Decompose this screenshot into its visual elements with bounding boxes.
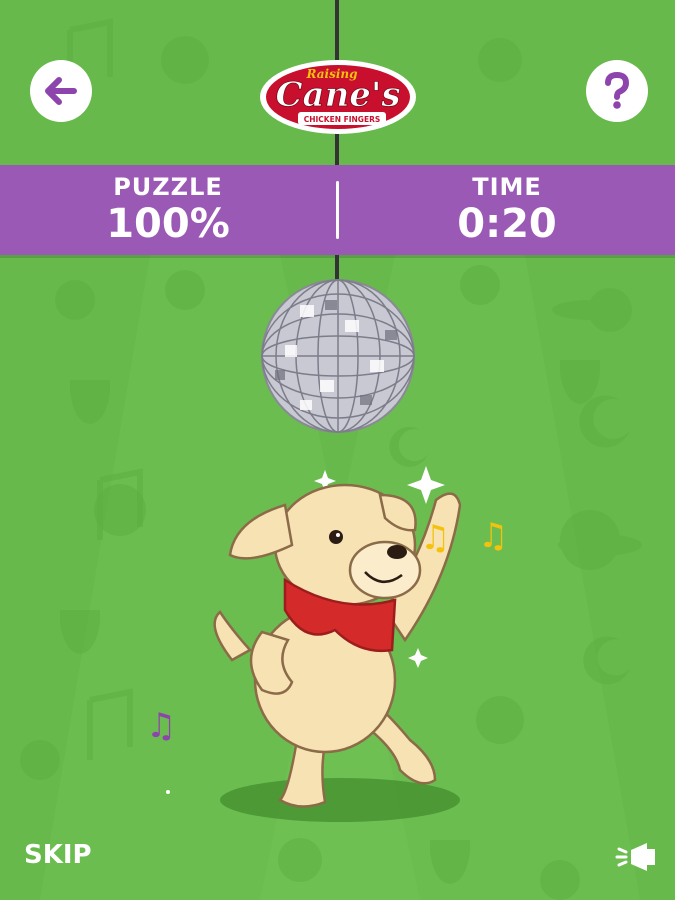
help-button[interactable]	[586, 60, 648, 122]
skip-button[interactable]: SKIP	[24, 840, 92, 870]
svg-text:Cane's: Cane's	[276, 75, 401, 115]
arrow-left-icon	[45, 77, 77, 105]
question-mark-icon	[605, 72, 630, 109]
music-note-icon: ♫	[146, 706, 177, 746]
puzzle-label: PUZZLE	[113, 173, 223, 201]
megaphone-icon[interactable]	[615, 840, 661, 874]
music-note-icon: ♫	[478, 516, 509, 556]
puzzle-stat: PUZZLE 100%	[0, 173, 336, 247]
back-button[interactable]	[30, 60, 92, 122]
music-note-icon: ♫	[420, 518, 451, 558]
raising-canes-logo: Raising Cane's CHICKEN FINGERS	[260, 60, 416, 134]
time-label: TIME	[472, 173, 542, 201]
time-value: 0:20	[457, 201, 557, 247]
svg-text:CHICKEN FINGERS: CHICKEN FINGERS	[304, 115, 381, 124]
stats-banner: PUZZLE 100% TIME 0:20	[0, 165, 675, 255]
puzzle-value: 100%	[106, 201, 230, 247]
time-stat: TIME 0:20	[339, 173, 675, 247]
